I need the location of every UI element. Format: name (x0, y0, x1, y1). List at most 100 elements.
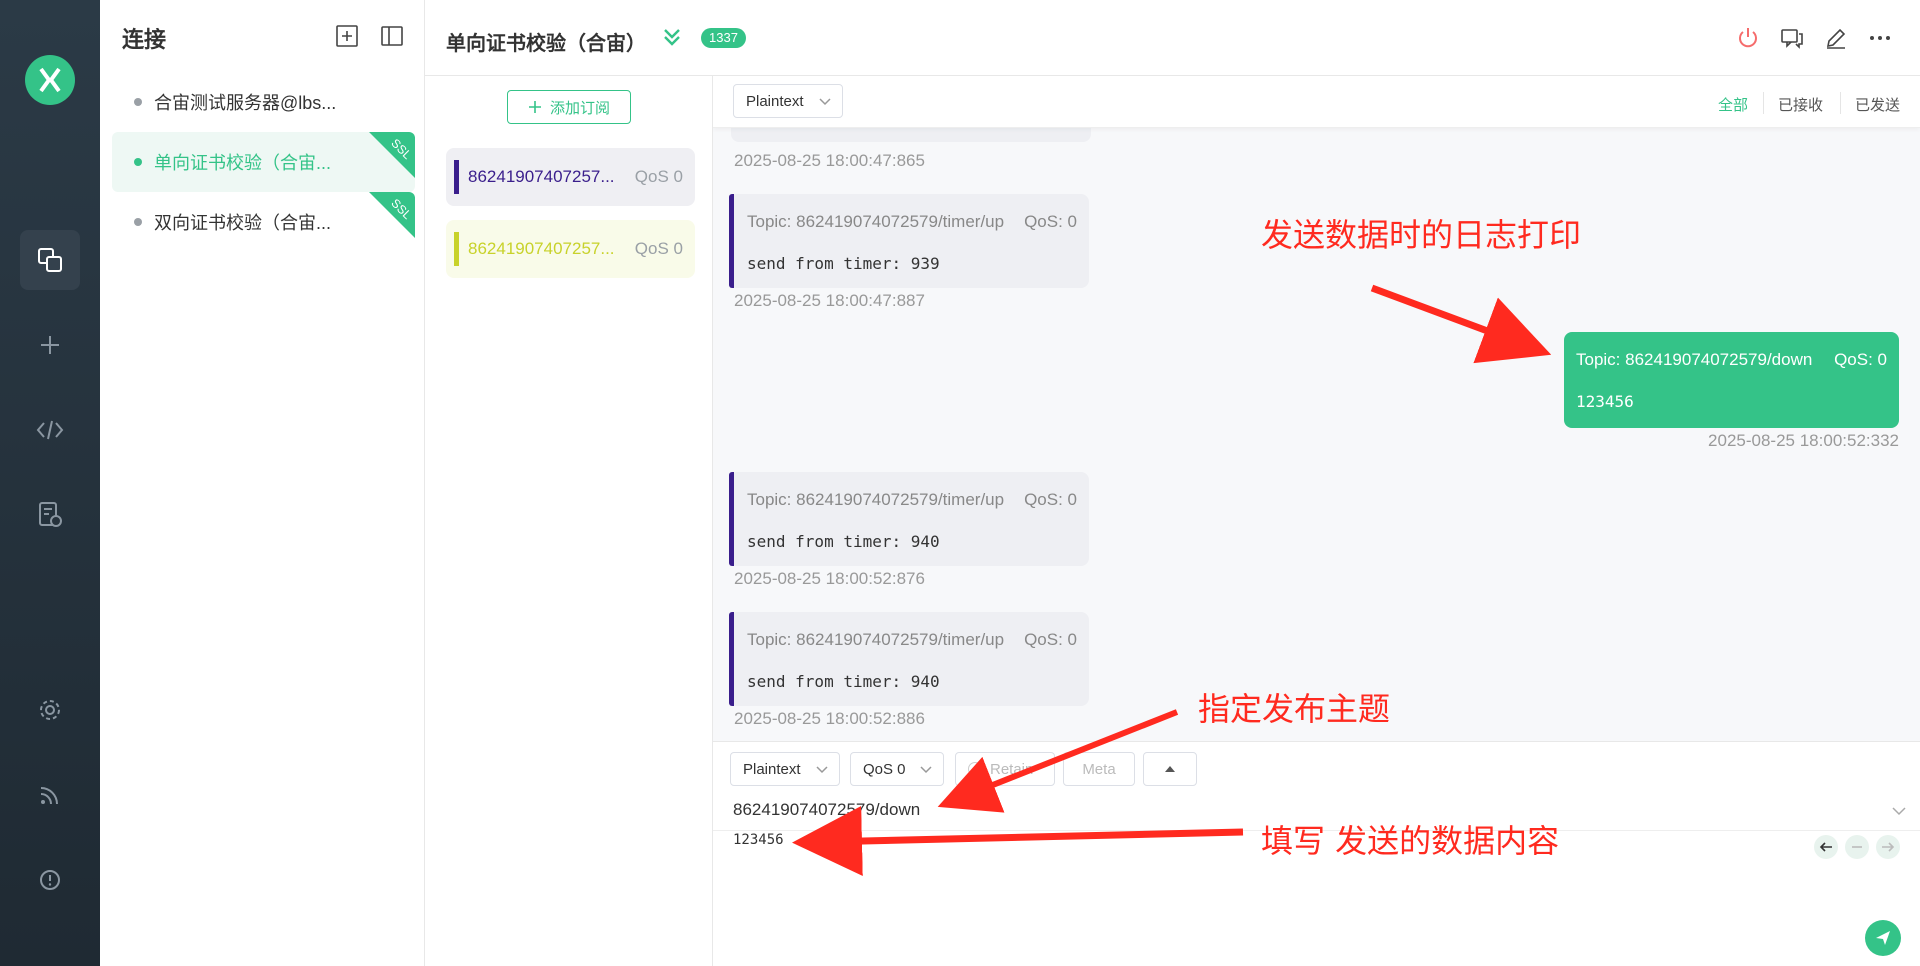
ellipsis-icon (1870, 36, 1890, 40)
info-icon (40, 870, 60, 890)
gear-icon (40, 700, 60, 720)
connections-nav-button[interactable] (20, 230, 80, 290)
connections-icon (38, 248, 62, 272)
add-subscription-button[interactable]: 添加订阅 (507, 90, 631, 124)
retain-label: Retain (990, 760, 1034, 778)
connection-item[interactable]: 双向证书校验（合宙... SSL (112, 192, 415, 252)
message-payload: send from timer: 939 (747, 254, 940, 273)
message-topic: Topic: 862419074072579/timer/up (747, 212, 1005, 231)
status-dot (134, 218, 142, 226)
history-prev-button[interactable] (1814, 835, 1838, 859)
chevron-down-icon (819, 98, 831, 106)
code-icon (36, 420, 64, 440)
filter-received-tab[interactable]: 已接收 (1778, 94, 1823, 115)
pencil-icon (1826, 28, 1846, 49)
about-nav-button[interactable] (20, 850, 80, 910)
message-time: 2025-08-25 18:00:47:887 (734, 291, 925, 310)
subscription-item[interactable]: 86241907407257... QoS 0 (446, 148, 695, 206)
expand-details-button[interactable] (661, 26, 683, 53)
new-connection-nav-button[interactable] (20, 315, 80, 375)
message-color-bar (729, 472, 734, 566)
publish-qos-select[interactable]: QoS 0 (850, 752, 944, 786)
filter-divider (1840, 92, 1841, 114)
message-list[interactable]: 2025-08-25 18:00:47:865 Topic: 862419074… (713, 76, 1920, 741)
format-value: Plaintext (746, 92, 804, 110)
ssl-badge: SSL (369, 192, 415, 238)
status-dot (134, 158, 142, 166)
toggle-sidebar-button[interactable] (380, 24, 404, 48)
meta-button[interactable]: Meta (1063, 752, 1135, 786)
nav-rail (0, 0, 100, 966)
message-toolbar: Plaintext 全部 已接收 已发送 (713, 76, 1920, 128)
message-qos: QoS: 0 (1024, 490, 1077, 509)
subscription-color-bar (454, 232, 459, 266)
connection-title: 单向证书校验（合宙） (446, 33, 646, 55)
connection-name: 合宙测试服务器@lbs... (154, 93, 337, 113)
message-color-bar (729, 194, 734, 288)
subscription-topic: 86241907407257... (468, 239, 615, 258)
double-chevron-down-icon (664, 29, 680, 46)
subscription-qos: QoS 0 (634, 239, 683, 258)
publish-format-select[interactable]: Plaintext (730, 752, 840, 786)
plus-icon (528, 101, 541, 113)
arrow-left-icon (1819, 842, 1832, 852)
message-topic: Topic: 862419074072579/down (1576, 350, 1813, 369)
payload-format-select[interactable]: Plaintext (733, 84, 843, 118)
edit-connection-button[interactable] (1822, 24, 1850, 52)
publish-topic-input[interactable]: 862419074072579/down (733, 800, 920, 820)
subscription-item[interactable]: 86241907407257... QoS 0 (446, 220, 695, 278)
annotation-payload: 填写 发送的数据内容 (1261, 822, 1560, 860)
publish-payload-input[interactable]: 123456 (733, 832, 784, 848)
power-icon (1739, 28, 1757, 48)
filter-all-tab[interactable]: 全部 (1718, 94, 1748, 115)
disconnect-button[interactable] (1734, 24, 1762, 52)
sent-message: Topic: 862419074072579/down QoS: 0 12345… (1564, 332, 1899, 428)
annotation-log: 发送数据时的日志打印 (1261, 216, 1582, 254)
retain-checkbox[interactable]: Retain (955, 752, 1055, 786)
subscription-qos: QoS 0 (634, 167, 683, 186)
connection-name: 单向证书校验（合宙... (154, 153, 332, 173)
script-nav-button[interactable] (20, 400, 80, 460)
arrow-right-icon (1882, 842, 1895, 852)
new-folder-button[interactable] (335, 24, 359, 48)
chat-windows-icon (1781, 29, 1803, 49)
send-button[interactable] (1865, 920, 1901, 956)
message-time: 2025-08-25 18:00:52:332 (1708, 431, 1899, 450)
message-color-bar (729, 612, 734, 706)
subscriptions-panel: 添加订阅 86241907407257... QoS 0 86241907407… (425, 76, 713, 966)
more-options-button[interactable] (1866, 24, 1894, 52)
annotation-topic: 指定发布主题 (1198, 690, 1391, 728)
received-message: Topic: 862419074072579/timer/up QoS: 0 s… (729, 194, 1089, 288)
message-payload: 123456 (1576, 392, 1634, 411)
log-nav-button[interactable] (20, 485, 80, 545)
settings-nav-button[interactable] (20, 680, 80, 740)
send-plane-icon (1876, 931, 1890, 945)
ssl-badge: SSL (369, 132, 415, 178)
subscription-color-bar (454, 160, 459, 194)
filter-sent-tab[interactable]: 已发送 (1855, 94, 1900, 115)
history-clear-button[interactable] (1845, 835, 1869, 859)
new-window-button[interactable] (1778, 24, 1806, 52)
filter-divider (1763, 92, 1764, 114)
subscription-topic: 86241907407257... (468, 167, 615, 186)
mqttx-logo (25, 55, 75, 105)
message-time: 2025-08-25 18:00:52:876 (734, 569, 925, 588)
feed-nav-button[interactable] (20, 765, 80, 825)
collapse-composer-button[interactable] (1143, 752, 1197, 786)
message-count-badge: 1337 (701, 28, 746, 48)
message-time: 2025-08-25 18:00:52:886 (734, 709, 925, 728)
qos-value: QoS 0 (863, 760, 906, 778)
message-qos: QoS: 0 (1834, 350, 1887, 369)
sidebar-icon (381, 26, 403, 46)
connection-item-active[interactable]: 单向证书校验（合宙... SSL (112, 132, 415, 192)
connection-header: 单向证书校验（合宙） 1337 (425, 0, 1920, 76)
connection-item[interactable]: 合宙测试服务器@lbs... (112, 72, 415, 132)
plus-icon (41, 336, 59, 354)
received-message: Topic: 862419074072579/timer/up QoS: 0 s… (729, 612, 1089, 706)
minus-icon (1852, 846, 1862, 848)
message-qos: QoS: 0 (1024, 630, 1077, 649)
add-subscription-label: 添加订阅 (549, 99, 610, 117)
history-next-button[interactable] (1876, 835, 1900, 859)
topic-history-chevron-icon[interactable] (1891, 804, 1907, 818)
message-payload: send from timer: 940 (747, 672, 940, 691)
